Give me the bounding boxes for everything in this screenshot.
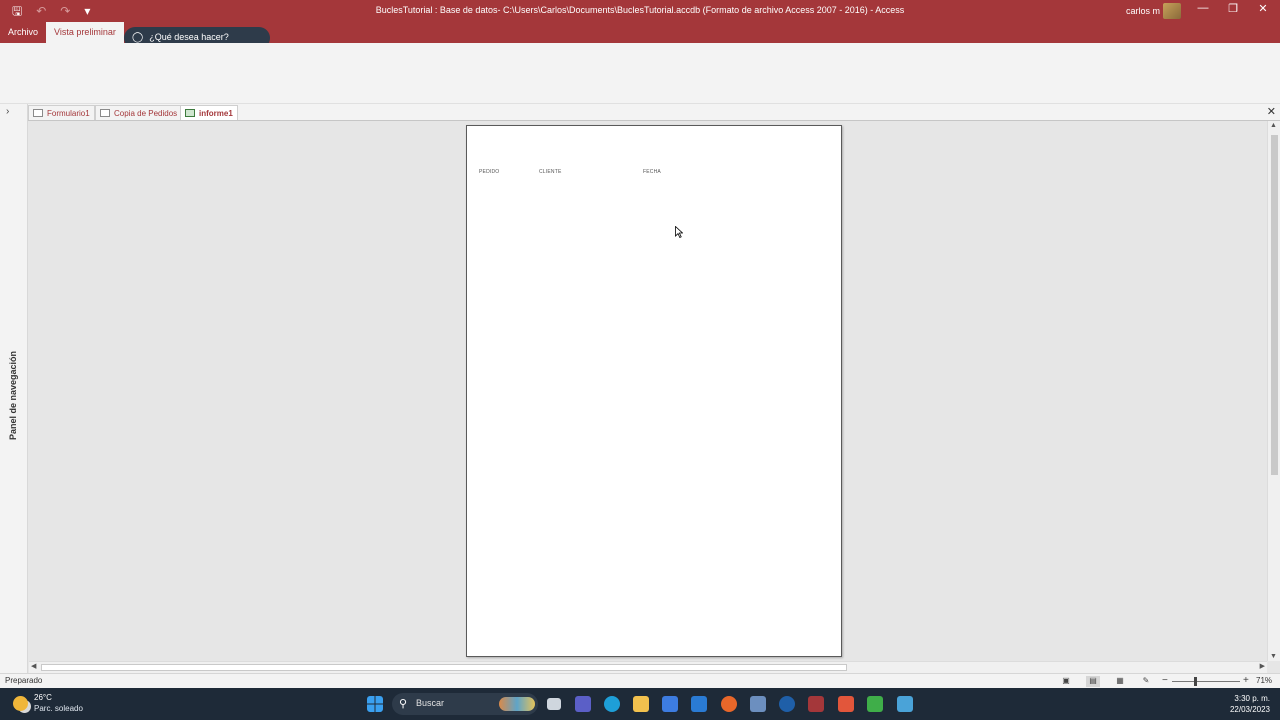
doc-tab-formulario1[interactable]: Formulario1 [28,105,95,120]
clock-time: 3:30 p. m. [1234,694,1270,703]
zoom-track[interactable] [1172,681,1240,682]
tab-vista-preliminar[interactable]: Vista preliminar [46,22,124,43]
user-name[interactable]: carlos m [1126,6,1160,16]
app-icon[interactable] [838,696,854,712]
tab-archivo[interactable]: Archivo [0,22,46,43]
doc-tab-copia-de-pedidos[interactable]: Copia de Pedidos [95,105,183,120]
file-explorer-icon[interactable] [633,696,649,712]
doc-tab-label: informe1 [199,109,233,118]
expand-nav-icon[interactable]: › [6,106,9,117]
design-view-icon[interactable]: ✎ [1139,676,1153,687]
status-bar: Preparado ▣ ▤ ▦ ✎ − + 71% [0,673,1280,688]
search-highlight-icon [499,697,535,711]
horizontal-scroll-thumb[interactable] [41,664,847,671]
app-icon[interactable] [779,696,795,712]
column-header-cliente: CLIENTE [539,169,562,175]
scroll-down-icon[interactable]: ▼ [1270,653,1277,660]
zoom-percentage[interactable]: 71% [1256,676,1272,685]
taskbar: 26°C Parc. soleado ⚲ Buscar 3:30 p. m. 2… [0,688,1280,720]
ribbon-body [0,43,1280,104]
restore-icon[interactable]: ❐ [1221,2,1245,15]
lightbulb-icon: ◯ [132,32,144,43]
report-view-icon[interactable]: ▣ [1059,676,1073,687]
table-icon [100,109,110,117]
close-window-icon[interactable]: ✕ [1251,2,1275,15]
clock-date: 22/03/2023 [1229,705,1270,714]
window-title: BuclesTutorial : Base de datos- C:\Users… [375,5,905,15]
weather-temperature: 26°C [34,693,52,702]
scroll-up-icon[interactable]: ▲ [1270,122,1277,129]
form-icon [33,109,43,117]
vertical-scroll-thumb[interactable] [1271,135,1278,475]
status-text: Preparado [5,676,43,685]
document-tabs: Formulario1 Copia de Pedidos informe1 ✕ [28,104,1280,121]
layout-view-icon[interactable]: ▦ [1113,676,1127,687]
search-label: Buscar [416,698,445,708]
vertical-scrollbar[interactable]: ▲ ▼ [1267,121,1280,661]
scroll-left-icon[interactable]: ◀ [31,662,36,670]
windows-start-icon[interactable] [367,696,383,712]
nav-pane-label[interactable]: Panel de navegación [8,351,18,440]
print-preview-view-icon[interactable]: ▤ [1086,676,1100,687]
system-clock[interactable]: 3:30 p. m. 22/03/2023 [1230,693,1270,715]
weather-condition: Parc. soleado [34,704,83,713]
close-document-icon[interactable]: ✕ [1267,105,1276,118]
zoom-slider[interactable]: − + [1162,675,1252,687]
title-bar: 🖫 ↶ ↷ ▾ BuclesTutorial : Base de datos- … [0,0,1280,22]
zoom-out-icon[interactable]: − [1162,675,1168,686]
notepad-icon[interactable] [897,696,913,712]
column-header-fecha: FECHA [643,169,661,175]
navigation-pane[interactable]: › Panel de navegación [0,104,28,674]
report-icon [185,109,195,117]
microsoft-store-icon[interactable] [662,696,678,712]
teams-chat-icon[interactable] [575,696,591,712]
zoom-in-icon[interactable]: + [1243,675,1249,686]
task-view-icon[interactable] [547,698,561,710]
ribbon-tabs: Archivo Vista preliminar ◯ ¿Qué desea hac… [0,22,1280,49]
zoom-thumb[interactable] [1194,677,1197,686]
user-avatar[interactable] [1163,3,1181,19]
scroll-right-icon[interactable]: ▶ [1260,662,1265,670]
doc-tab-label: Formulario1 [47,109,90,118]
mouse-cursor-icon [675,226,683,238]
access-icon[interactable] [808,696,824,712]
weather-sun-icon [13,696,28,711]
report-page[interactable]: PEDIDO CLIENTE FECHA [466,125,842,657]
taskbar-search[interactable]: ⚲ Buscar [392,693,538,715]
firefox-icon[interactable] [721,696,737,712]
minimize-icon[interactable]: — [1191,2,1215,14]
edge-browser-icon[interactable] [604,696,620,712]
doc-tab-informe1[interactable]: informe1 [180,105,238,120]
horizontal-scrollbar[interactable]: ◀ ▶ [29,661,1267,673]
app-icon[interactable] [750,696,766,712]
mail-icon[interactable] [691,696,707,712]
doc-tab-label: Copia de Pedidos [114,109,178,118]
search-icon: ⚲ [399,698,408,710]
app-icon[interactable] [867,696,883,712]
column-header-pedido: PEDIDO [479,169,500,175]
tell-me-label: ¿Qué desea hacer? [149,32,229,42]
